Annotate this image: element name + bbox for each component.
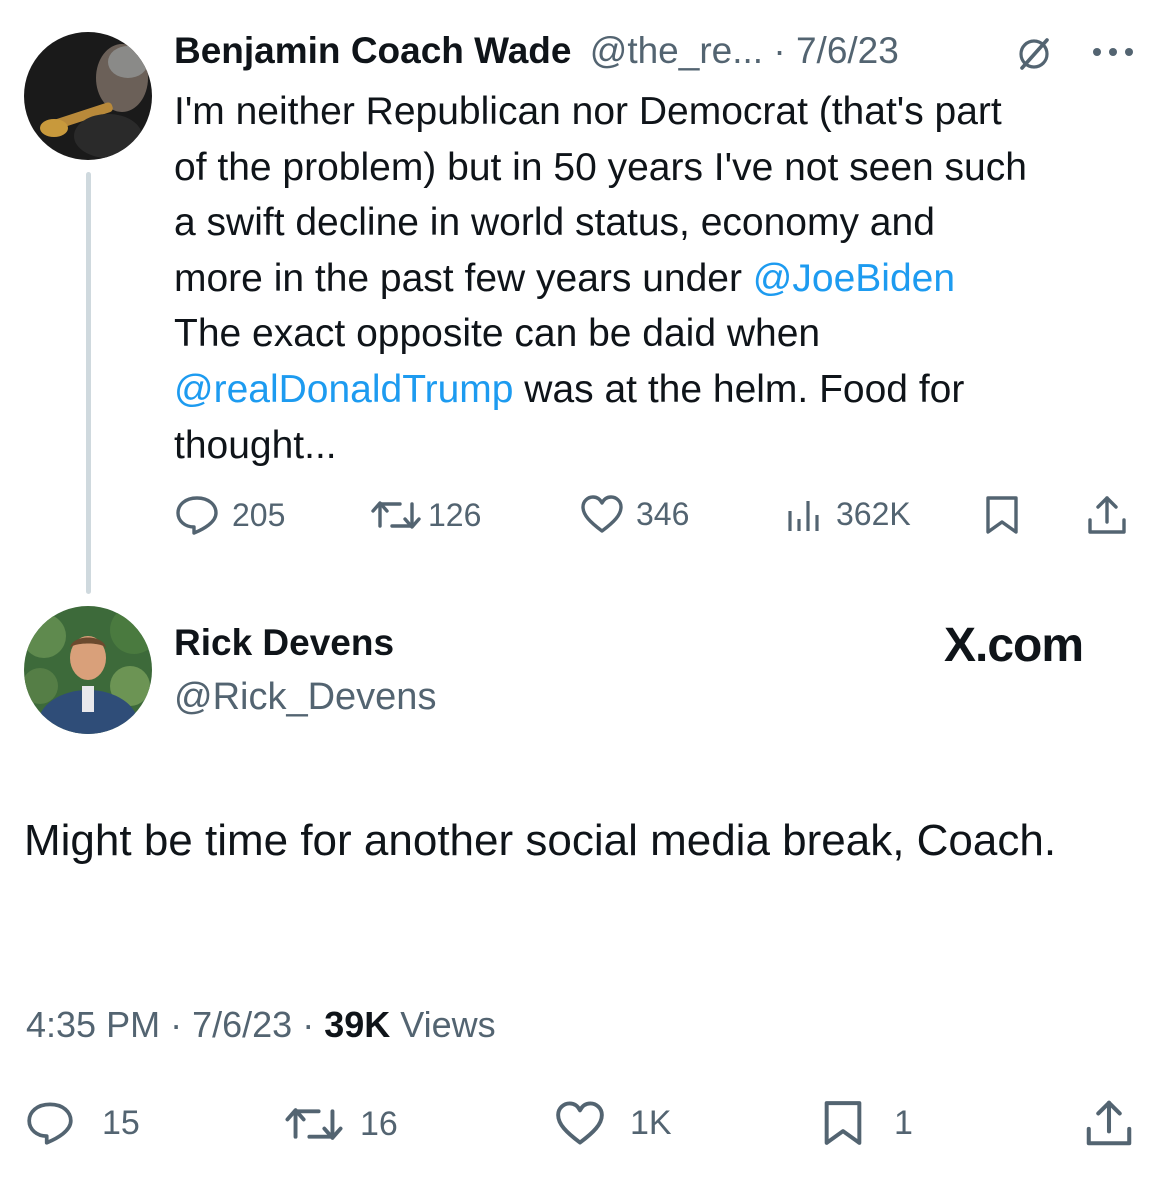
parent-views-button[interactable]: 362K (786, 496, 911, 533)
reply-like-button[interactable]: 1K (554, 1100, 672, 1146)
parent-date[interactable]: 7/6/23 (796, 30, 899, 71)
reply-tweet-text: Might be time for another social media b… (24, 816, 1057, 865)
reply-bookmark-button[interactable]: 1 (822, 1098, 913, 1148)
views-count: 362K (836, 496, 911, 532)
tweet-line: thought... (174, 423, 337, 467)
reply-reply-button[interactable]: 15 (24, 1100, 140, 1146)
meta-dot: · (170, 1004, 183, 1045)
views-icon (786, 497, 824, 533)
parent-avatar[interactable] (24, 32, 152, 160)
parent-repost-button[interactable]: 126 (370, 496, 481, 534)
tweet-line: I'm neither Republican nor Democrat (tha… (174, 90, 1002, 133)
reply-views-label: Views (400, 1004, 496, 1045)
repost-icon (284, 1102, 344, 1146)
parent-header: Benjamin Coach Wade @the_re... · 7/6/23 (174, 30, 899, 72)
reply-share-button[interactable] (1084, 1098, 1134, 1153)
repost-count: 126 (428, 496, 482, 533)
line-text: was at the helm. Food for (513, 367, 965, 411)
tweet-line: @realDonaldTrump was at the helm. Food f… (174, 362, 1134, 418)
tweet-line: a swift decline in world status, economy… (174, 201, 935, 245)
parent-share-button[interactable] (1086, 494, 1128, 541)
bookmark-icon (984, 496, 1020, 540)
x-com-watermark: X.com (944, 619, 1084, 672)
repost-count: 16 (360, 1104, 398, 1143)
tweet-line: The exact opposite can be daid when (174, 312, 821, 356)
reply-avatar[interactable] (24, 606, 152, 734)
header-separator: · (773, 30, 786, 71)
mention-joebiden[interactable]: @JoeBiden (753, 257, 955, 300)
reply-icon (174, 494, 220, 536)
reply-author-name[interactable]: Rick Devens (174, 622, 394, 664)
tweet-line: of the problem) but in 50 years I've not… (174, 145, 1027, 189)
meta-dot: · (302, 1004, 315, 1045)
grok-icon[interactable] (1014, 34, 1054, 79)
tweet-line: more in the past few years under @JoeBid… (174, 251, 1134, 307)
parent-tweet-text: I'm neither Republican nor Democrat (tha… (174, 84, 1134, 473)
like-icon (580, 494, 624, 534)
reply-meta: 4:35 PM · 7/6/23 · 39K Views (26, 1004, 496, 1046)
parent-author-name[interactable]: Benjamin Coach Wade (174, 30, 571, 71)
reply-date[interactable]: 7/6/23 (192, 1004, 292, 1045)
parent-bookmark-button[interactable] (984, 494, 1020, 541)
bookmark-count: 1 (894, 1103, 913, 1142)
like-count: 346 (636, 495, 690, 532)
repost-icon (370, 496, 422, 534)
reply-time[interactable]: 4:35 PM (26, 1004, 160, 1045)
parent-reply-button[interactable]: 205 (174, 494, 285, 536)
mention-realdonaldtrump[interactable]: @realDonaldTrump (174, 368, 513, 411)
more-icon[interactable] (1090, 44, 1136, 65)
reply-count: 205 (232, 496, 286, 533)
parent-like-button[interactable]: 346 (580, 494, 689, 534)
parent-handle[interactable]: @the_re... (590, 30, 763, 71)
like-icon (554, 1100, 606, 1146)
reply-handle[interactable]: @Rick_Devens (174, 676, 436, 719)
line-text: more in the past few years under (174, 256, 753, 300)
thread-line (86, 172, 91, 594)
like-count: 1K (630, 1103, 672, 1142)
reply-count: 15 (102, 1103, 140, 1142)
reply-repost-button[interactable]: 16 (284, 1102, 398, 1146)
bookmark-icon (822, 1098, 864, 1148)
share-icon (1086, 496, 1128, 540)
share-icon (1084, 1100, 1134, 1152)
reply-icon (24, 1100, 76, 1146)
reply-views-count: 39K (324, 1004, 391, 1045)
